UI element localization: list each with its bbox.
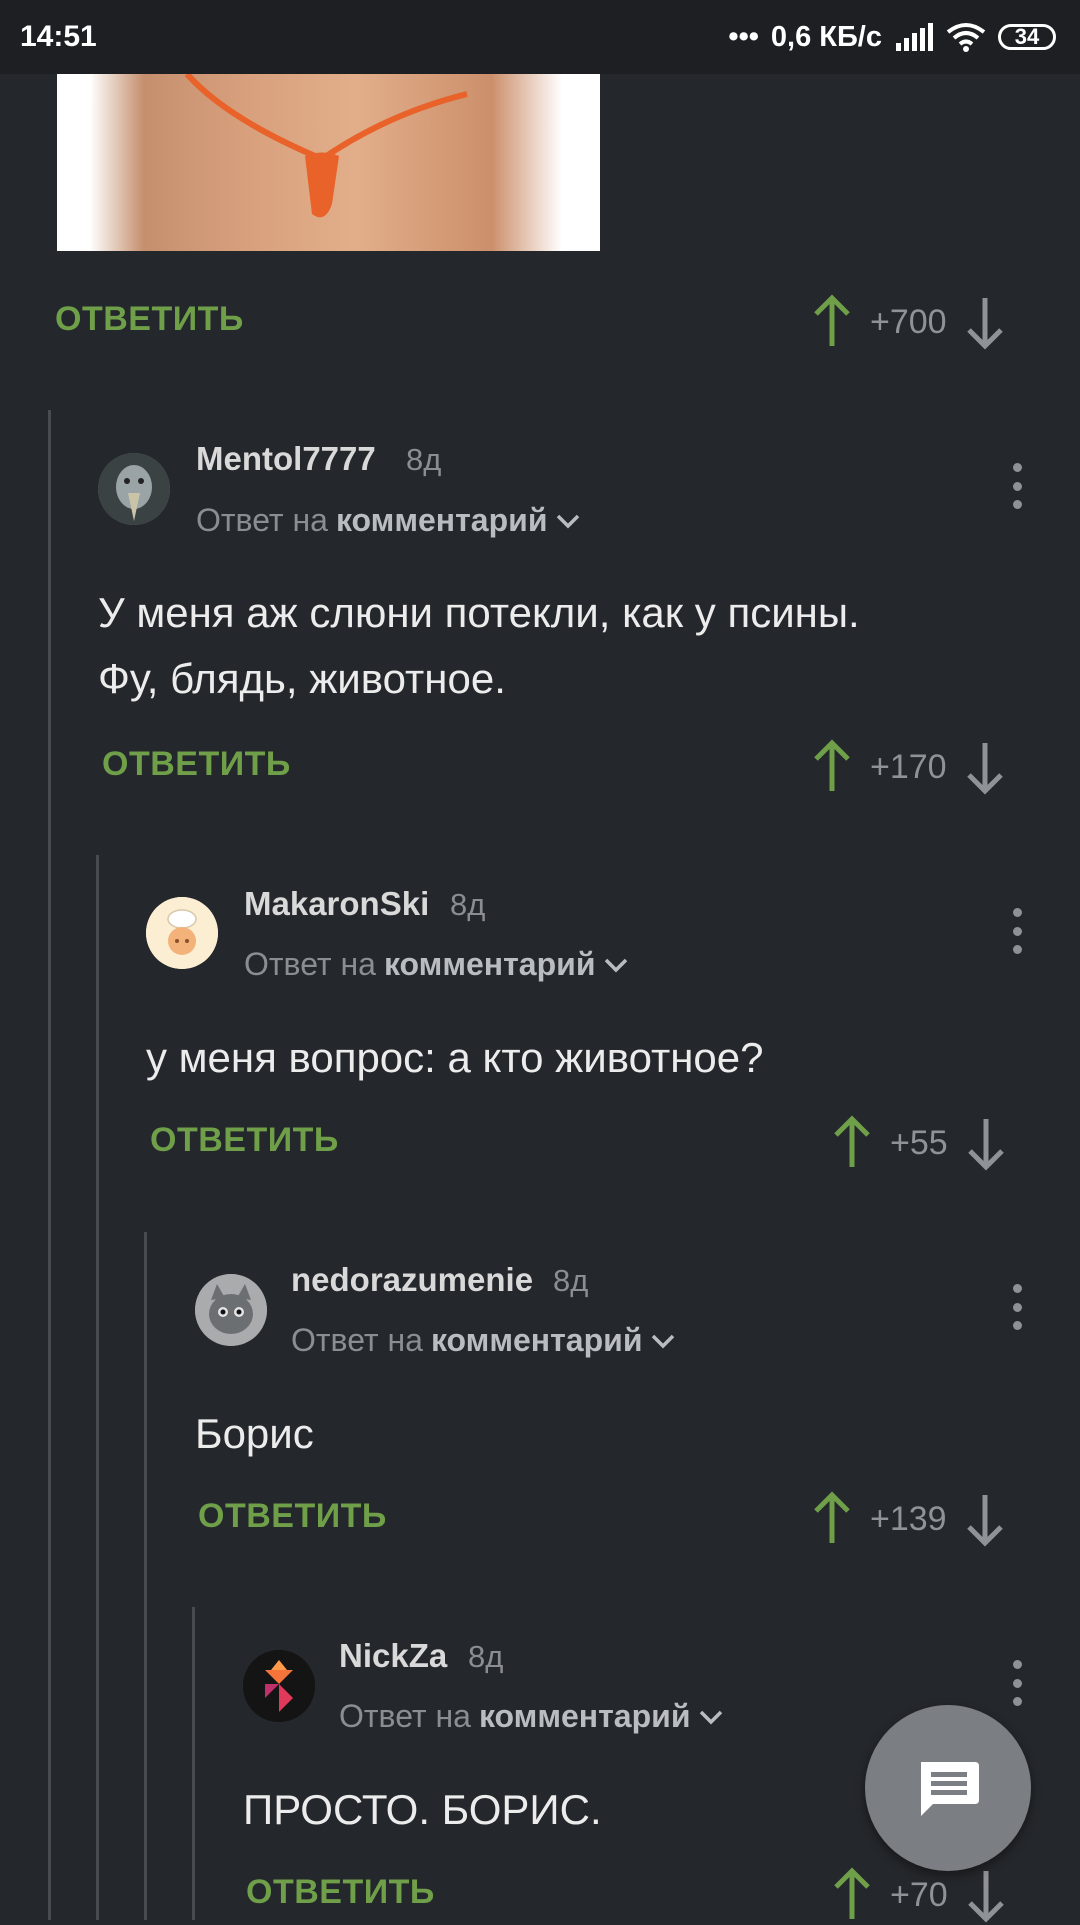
reply-to-target: комментарий <box>383 946 596 982</box>
reply-to-prefix: Ответ на <box>291 1322 423 1358</box>
reply-button[interactable]: ОТВЕТИТЬ <box>198 1497 387 1536</box>
chevron-down-icon <box>605 958 628 972</box>
reply-to-target: комментарий <box>478 1698 691 1734</box>
status-time: 14:51 <box>20 20 97 53</box>
arrow-up-icon[interactable] <box>812 294 852 350</box>
avatar[interactable] <box>98 453 170 525</box>
thread-line <box>48 410 51 1920</box>
arrow-up-icon[interactable] <box>832 1115 872 1171</box>
more-vert-icon[interactable] <box>1007 1284 1027 1330</box>
more-vert-icon[interactable] <box>1007 1660 1027 1706</box>
reply-to-target: комментарий <box>335 502 548 538</box>
avatar[interactable] <box>146 897 218 969</box>
thread-line <box>144 1232 147 1920</box>
arrow-down-icon[interactable] <box>966 1867 1006 1923</box>
arrow-up-icon[interactable] <box>832 1867 872 1923</box>
comment-score: +139 <box>870 1499 947 1538</box>
comment-image[interactable] <box>57 74 600 251</box>
comment-age: 8д <box>468 1639 504 1674</box>
comment-age: 8д <box>450 887 486 922</box>
reply-button[interactable]: ОТВЕТИТЬ <box>55 300 244 339</box>
comment-score: +55 <box>890 1123 948 1162</box>
reply-to-prefix: Ответ на <box>339 1698 471 1734</box>
comment-text: У меня аж слюни потекли, как у псины. Фу… <box>98 580 860 712</box>
arrow-down-icon[interactable] <box>966 1115 1006 1171</box>
chevron-down-icon <box>700 1710 723 1724</box>
vote-controls: +170 <box>812 737 1005 797</box>
more-dots-icon: ••• <box>728 20 759 53</box>
thread-line <box>192 1607 195 1920</box>
comment-text: Борис <box>195 1410 314 1457</box>
avatar[interactable] <box>243 1650 315 1722</box>
reply-to-link[interactable]: Ответ на комментарий <box>244 946 629 983</box>
vote-controls: +139 <box>812 1489 1005 1549</box>
reply-button[interactable]: ОТВЕТИТЬ <box>246 1873 435 1912</box>
network-speed: 0,6 КБ/с <box>770 20 882 53</box>
comment-icon <box>921 1762 979 1816</box>
arrow-up-icon[interactable] <box>812 739 852 795</box>
avatar[interactable] <box>195 1274 267 1346</box>
reply-to-prefix: Ответ на <box>244 946 376 982</box>
reply-to-target: комментарий <box>430 1322 643 1358</box>
arrow-down-icon[interactable] <box>965 739 1005 795</box>
username[interactable]: NickZa <box>339 1637 447 1675</box>
reply-to-link[interactable]: Ответ на комментарий <box>339 1698 724 1735</box>
reply-to-prefix: Ответ на <box>196 502 328 538</box>
reply-button[interactable]: ОТВЕТИТЬ <box>150 1121 339 1160</box>
reply-to-link[interactable]: Ответ на комментарий <box>196 502 581 539</box>
wifi-icon <box>946 23 986 52</box>
vote-controls: +700 <box>812 292 1005 352</box>
vote-controls: +55 <box>832 1113 1006 1173</box>
more-vert-icon[interactable] <box>1007 908 1027 954</box>
comment-text: ПРОСТО. БОРИС. <box>243 1786 602 1833</box>
username[interactable]: nedorazumenie <box>291 1261 533 1299</box>
username[interactable]: Mentol7777 <box>196 440 376 478</box>
chevron-down-icon <box>652 1334 675 1348</box>
signal-icon <box>896 23 933 51</box>
vote-controls: +70 <box>832 1865 1006 1925</box>
reply-button[interactable]: ОТВЕТИТЬ <box>102 745 291 784</box>
chevron-down-icon <box>557 514 580 528</box>
arrow-up-icon[interactable] <box>812 1491 852 1547</box>
comment-age: 8д <box>406 442 442 477</box>
comment-score: +70 <box>890 1875 948 1914</box>
status-bar: 14:51 ••• 0,6 КБ/с 34 <box>0 0 1080 74</box>
comment-score: +170 <box>870 747 947 786</box>
thread-line <box>96 855 99 1920</box>
battery-indicator: 34 <box>998 24 1056 50</box>
comment-text: у меня вопрос: а кто животное? <box>146 1034 764 1081</box>
write-comment-button[interactable] <box>865 1705 1031 1871</box>
username[interactable]: MakaronSki <box>244 885 429 923</box>
comment-score: +700 <box>870 302 947 341</box>
comment-text-line: Фу, блядь, животное. <box>98 655 506 702</box>
arrow-down-icon[interactable] <box>965 294 1005 350</box>
comment-age: 8д <box>553 1263 589 1298</box>
reply-to-link[interactable]: Ответ на комментарий <box>291 1322 676 1359</box>
more-vert-icon[interactable] <box>1007 463 1027 509</box>
arrow-down-icon[interactable] <box>965 1491 1005 1547</box>
status-indicators: ••• 0,6 КБ/с 34 <box>728 21 1056 54</box>
comment-text-line: У меня аж слюни потекли, как у псины. <box>98 589 860 636</box>
